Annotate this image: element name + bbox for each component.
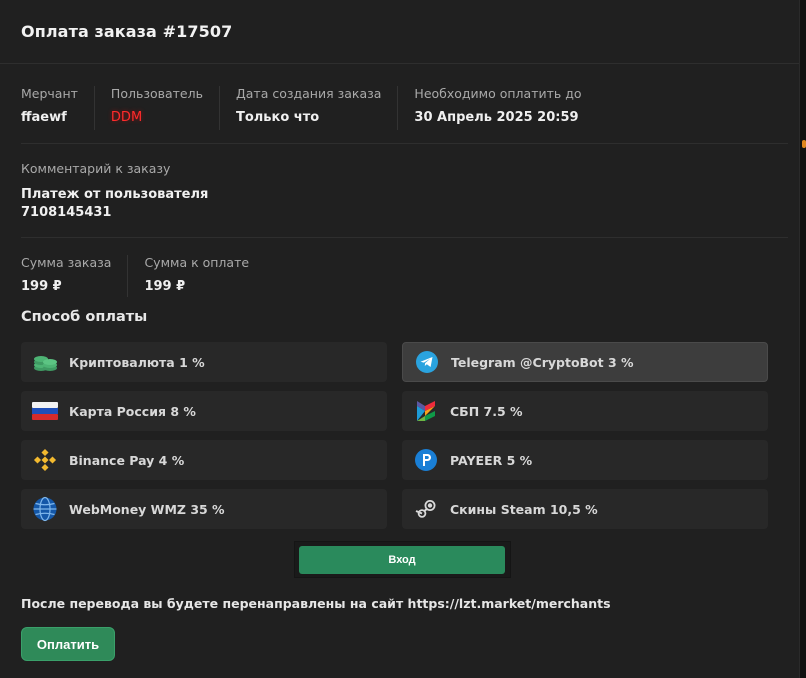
pay-sum-value: 199 ₽ <box>144 279 186 294</box>
redirect-notice: После перевода вы будете перенаправлены … <box>21 596 611 611</box>
deadline-info: Необходимо оплатить до 30 Апрель 2025 20… <box>414 86 597 130</box>
deadline-value: 30 Апрель 2025 20:59 <box>414 110 579 125</box>
login-button[interactable]: Вход <box>299 546 505 574</box>
merchant-value: ffaewf <box>21 110 67 125</box>
deadline-label: Необходимо оплатить до <box>414 86 582 101</box>
order-sum-label: Сумма заказа <box>21 255 112 270</box>
method-webmoney[interactable]: WebMoney WMZ 35 % <box>21 489 387 529</box>
steam-icon <box>413 496 439 522</box>
order-sum: Сумма заказа 199 ₽ <box>21 255 129 297</box>
method-label: Скины Steam 10,5 % <box>450 501 598 517</box>
webmoney-icon <box>32 496 58 522</box>
pay-button[interactable]: Оплатить <box>21 627 115 661</box>
comment-text: Платеж от пользователя 7108145431 <box>21 186 208 222</box>
method-steam[interactable]: Скины Steam 10,5 % <box>402 489 768 529</box>
method-sbp[interactable]: СБП 7.5 % <box>402 391 768 431</box>
user-label: Пользователь <box>110 86 203 101</box>
user-info: Пользователь DDM <box>111 86 220 130</box>
created-value: Только что <box>235 110 320 125</box>
comment-line-1: Платеж от пользователя <box>21 187 209 202</box>
pay-sum-label: Сумма к оплате <box>144 255 250 270</box>
merchant-info: Мерчант ffaewf <box>21 86 95 130</box>
sum-row: Сумма заказа 199 ₽ Сумма к оплате 199 ₽ <box>21 255 281 297</box>
method-label: WebMoney WMZ 35 % <box>69 501 225 517</box>
created-info: Дата создания заказа Только что <box>235 86 399 130</box>
method-payeer[interactable]: PAYEER 5 % <box>402 440 768 480</box>
method-binance[interactable]: Binance Pay 4 % <box>21 440 387 480</box>
method-label: Binance Pay 4 % <box>69 452 185 468</box>
page-title: Оплата заказа #17507 <box>21 22 233 41</box>
created-label: Дата создания заказа <box>235 86 382 101</box>
method-label: Карта Россия 8 % <box>69 403 196 419</box>
payment-method-title: Способ оплаты <box>21 309 148 325</box>
comment-label: Комментарий к заказу <box>21 161 171 176</box>
method-crypto[interactable]: Криптовалюта 1 % <box>21 342 387 382</box>
divider <box>21 143 788 144</box>
captcha-widget: Вход <box>294 541 511 578</box>
method-telegram[interactable]: Telegram @CryptoBot 3 % <box>402 342 768 382</box>
method-label: Telegram @CryptoBot 3 % <box>451 354 634 370</box>
payment-panel: Оплата заказа #17507 Мерчант ffaewf Поль… <box>0 0 800 678</box>
order-comment: Комментарий к заказу Платеж от пользоват… <box>21 161 208 222</box>
method-label: PAYEER 5 % <box>450 452 533 468</box>
title-bar: Оплата заказа #17507 <box>0 0 799 64</box>
comment-line-2: 7108145431 <box>21 205 112 220</box>
method-card-russia[interactable]: Карта Россия 8 % <box>21 391 387 431</box>
telegram-icon <box>414 349 440 375</box>
scroll-indicator <box>802 140 806 148</box>
merchant-label: Мерчант <box>21 86 78 101</box>
binance-icon <box>32 447 58 473</box>
sbp-icon <box>413 398 439 424</box>
method-label: СБП 7.5 % <box>450 403 523 419</box>
method-label: Криптовалюта 1 % <box>69 354 205 370</box>
crypto-coins-icon <box>32 349 58 375</box>
order-info-row: Мерчант ffaewf Пользователь DDM Дата соз… <box>21 86 614 130</box>
order-sum-value: 199 ₽ <box>21 279 62 294</box>
payeer-icon <box>413 447 439 473</box>
pay-sum: Сумма к оплате 199 ₽ <box>144 255 265 297</box>
russia-flag-icon <box>32 398 58 424</box>
user-value[interactable]: DDM <box>111 110 203 126</box>
divider <box>21 237 788 238</box>
